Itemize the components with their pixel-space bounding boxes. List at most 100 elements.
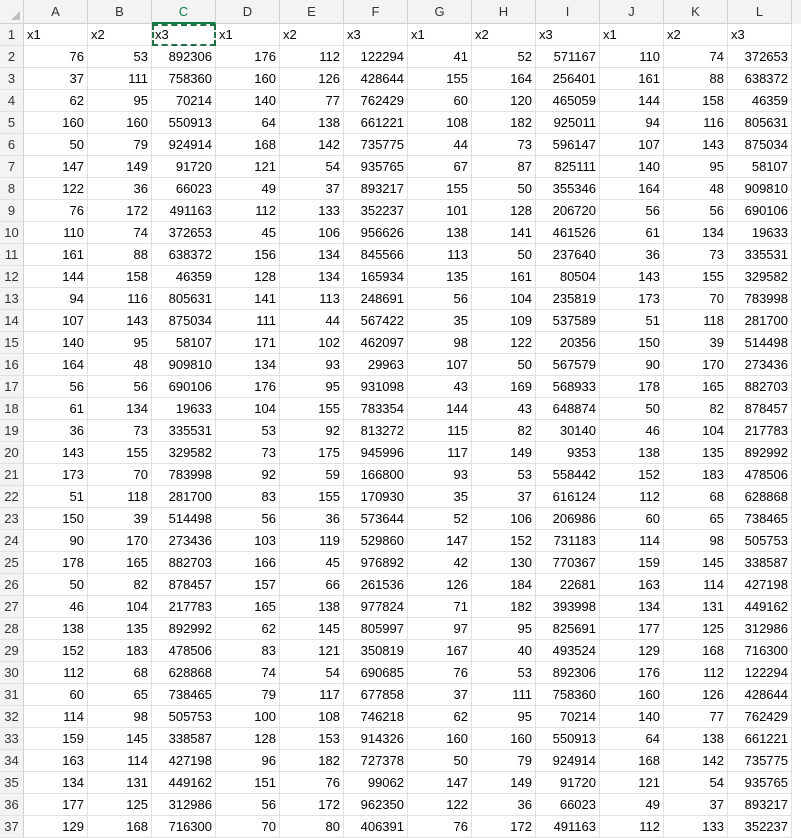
- cell-c28[interactable]: 892992: [152, 618, 216, 640]
- cell-l17[interactable]: 882703: [728, 376, 792, 398]
- cell-g1[interactable]: x1: [408, 24, 472, 46]
- cell-d14[interactable]: 111: [216, 310, 280, 332]
- cell-a37[interactable]: 129: [24, 816, 88, 838]
- cell-f21[interactable]: 166800: [344, 464, 408, 486]
- cell-d25[interactable]: 166: [216, 552, 280, 574]
- cell-f17[interactable]: 931098: [344, 376, 408, 398]
- row-header[interactable]: 18: [0, 398, 24, 420]
- cell-f8[interactable]: 893217: [344, 178, 408, 200]
- cell-e37[interactable]: 80: [280, 816, 344, 838]
- row-header[interactable]: 36: [0, 794, 24, 816]
- cell-l22[interactable]: 628868: [728, 486, 792, 508]
- cell-j33[interactable]: 64: [600, 728, 664, 750]
- cell-f2[interactable]: 122294: [344, 46, 408, 68]
- cell-j36[interactable]: 49: [600, 794, 664, 816]
- cell-b21[interactable]: 70: [88, 464, 152, 486]
- cell-a18[interactable]: 61: [24, 398, 88, 420]
- cell-j3[interactable]: 161: [600, 68, 664, 90]
- cell-l13[interactable]: 783998: [728, 288, 792, 310]
- cell-i5[interactable]: 925011: [536, 112, 600, 134]
- row-header[interactable]: 30: [0, 662, 24, 684]
- cell-i8[interactable]: 355346: [536, 178, 600, 200]
- cell-j8[interactable]: 164: [600, 178, 664, 200]
- cell-h32[interactable]: 95: [472, 706, 536, 728]
- cell-c4[interactable]: 70214: [152, 90, 216, 112]
- cell-a8[interactable]: 122: [24, 178, 88, 200]
- cell-h31[interactable]: 111: [472, 684, 536, 706]
- cell-g30[interactable]: 76: [408, 662, 472, 684]
- cell-f6[interactable]: 735775: [344, 134, 408, 156]
- cell-f14[interactable]: 567422: [344, 310, 408, 332]
- cell-b27[interactable]: 104: [88, 596, 152, 618]
- cell-d5[interactable]: 64: [216, 112, 280, 134]
- cell-b30[interactable]: 68: [88, 662, 152, 684]
- cell-h37[interactable]: 172: [472, 816, 536, 838]
- cell-c18[interactable]: 19633: [152, 398, 216, 420]
- cell-l5[interactable]: 805631: [728, 112, 792, 134]
- cell-j32[interactable]: 140: [600, 706, 664, 728]
- cell-g37[interactable]: 76: [408, 816, 472, 838]
- cell-l15[interactable]: 514498: [728, 332, 792, 354]
- cell-b13[interactable]: 116: [88, 288, 152, 310]
- cell-f24[interactable]: 529860: [344, 530, 408, 552]
- row-header[interactable]: 5: [0, 112, 24, 134]
- cell-g14[interactable]: 35: [408, 310, 472, 332]
- cell-a13[interactable]: 94: [24, 288, 88, 310]
- cell-e2[interactable]: 112: [280, 46, 344, 68]
- cell-l14[interactable]: 281700: [728, 310, 792, 332]
- cell-k12[interactable]: 155: [664, 266, 728, 288]
- cell-e24[interactable]: 119: [280, 530, 344, 552]
- cell-b22[interactable]: 118: [88, 486, 152, 508]
- cell-k10[interactable]: 134: [664, 222, 728, 244]
- cell-d27[interactable]: 165: [216, 596, 280, 618]
- cell-g7[interactable]: 67: [408, 156, 472, 178]
- cell-e5[interactable]: 138: [280, 112, 344, 134]
- cell-a11[interactable]: 161: [24, 244, 88, 266]
- cell-i24[interactable]: 731183: [536, 530, 600, 552]
- cell-h35[interactable]: 149: [472, 772, 536, 794]
- cell-g31[interactable]: 37: [408, 684, 472, 706]
- column-header-l[interactable]: L: [728, 0, 792, 24]
- column-header-b[interactable]: B: [88, 0, 152, 24]
- cell-f9[interactable]: 352237: [344, 200, 408, 222]
- cell-f33[interactable]: 914326: [344, 728, 408, 750]
- cell-a30[interactable]: 112: [24, 662, 88, 684]
- cell-a21[interactable]: 173: [24, 464, 88, 486]
- cell-h2[interactable]: 52: [472, 46, 536, 68]
- cell-g29[interactable]: 167: [408, 640, 472, 662]
- cell-e8[interactable]: 37: [280, 178, 344, 200]
- cell-g17[interactable]: 43: [408, 376, 472, 398]
- cell-d15[interactable]: 171: [216, 332, 280, 354]
- cell-d12[interactable]: 128: [216, 266, 280, 288]
- row-header[interactable]: 29: [0, 640, 24, 662]
- cell-e21[interactable]: 59: [280, 464, 344, 486]
- column-header-c[interactable]: C: [152, 0, 216, 24]
- cell-l33[interactable]: 661221: [728, 728, 792, 750]
- cell-j29[interactable]: 129: [600, 640, 664, 662]
- cell-e15[interactable]: 102: [280, 332, 344, 354]
- cell-a3[interactable]: 37: [24, 68, 88, 90]
- cell-h14[interactable]: 109: [472, 310, 536, 332]
- cell-d11[interactable]: 156: [216, 244, 280, 266]
- cell-g26[interactable]: 126: [408, 574, 472, 596]
- cell-d4[interactable]: 140: [216, 90, 280, 112]
- row-header[interactable]: 1: [0, 24, 24, 46]
- cell-f26[interactable]: 261536: [344, 574, 408, 596]
- cell-i1[interactable]: x3: [536, 24, 600, 46]
- cell-b19[interactable]: 73: [88, 420, 152, 442]
- cell-a9[interactable]: 76: [24, 200, 88, 222]
- cell-f7[interactable]: 935765: [344, 156, 408, 178]
- cell-b3[interactable]: 111: [88, 68, 152, 90]
- cell-c20[interactable]: 329582: [152, 442, 216, 464]
- cell-l1[interactable]: x3: [728, 24, 792, 46]
- cell-i4[interactable]: 465059: [536, 90, 600, 112]
- cell-c29[interactable]: 478506: [152, 640, 216, 662]
- cell-a7[interactable]: 147: [24, 156, 88, 178]
- cell-l27[interactable]: 449162: [728, 596, 792, 618]
- cell-l23[interactable]: 738465: [728, 508, 792, 530]
- cell-b7[interactable]: 149: [88, 156, 152, 178]
- cell-k21[interactable]: 183: [664, 464, 728, 486]
- cell-b26[interactable]: 82: [88, 574, 152, 596]
- cell-j28[interactable]: 177: [600, 618, 664, 640]
- cell-f11[interactable]: 845566: [344, 244, 408, 266]
